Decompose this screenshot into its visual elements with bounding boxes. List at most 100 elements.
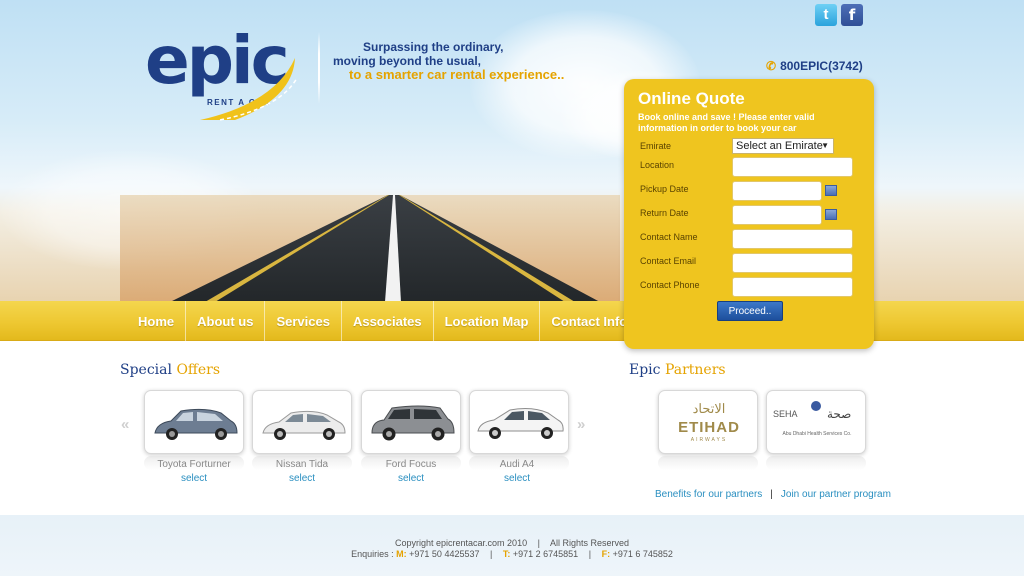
nav-associates[interactable]: Associates — [342, 301, 434, 341]
tagline-line-1: Surpassing the ordinary, — [363, 40, 504, 54]
tagline-line-2: moving beyond the usual, — [333, 54, 482, 68]
contact-email-input[interactable] — [732, 253, 853, 273]
car-name: Toyota Forturner — [157, 459, 231, 470]
etihad-logo-sub: AIRWAYS — [690, 437, 728, 443]
special-offers-title-b: Offers — [176, 362, 221, 378]
car-select-link[interactable]: select — [139, 473, 249, 484]
partner-card-etihad[interactable]: الاتحاد ETIHAD AIRWAYS — [658, 390, 758, 454]
logo-swoosh-icon — [200, 58, 298, 121]
emirate-label: Emirate — [640, 141, 672, 151]
twitter-icon[interactable]: t — [815, 4, 837, 26]
phone-text: 800EPIC(3742) — [780, 59, 863, 73]
return-date-input[interactable] — [732, 205, 822, 225]
chevron-down-icon: ▼ — [821, 141, 829, 150]
online-quote-panel: Online Quote Book online and save ! Plea… — [624, 79, 874, 349]
contact-name-label: Contact Name — [640, 232, 698, 242]
tel-key: T: — [502, 549, 511, 559]
pickup-date-input[interactable] — [732, 181, 822, 201]
car-name: Audi A4 — [499, 459, 535, 470]
return-row: Return Date — [640, 205, 870, 225]
car-card[interactable] — [361, 390, 461, 454]
logo-divider — [318, 32, 320, 104]
contact-phone-label: Contact Phone — [640, 280, 700, 290]
phone-number: ✆ 800EPIC(3742) — [766, 59, 863, 73]
main-nav: Home About us Services Associates Locati… — [127, 301, 638, 341]
car-select-link[interactable]: select — [247, 473, 357, 484]
emirate-row: Emirate Select an Emirate ▼ — [640, 138, 870, 158]
car-select-link[interactable]: select — [462, 473, 572, 484]
pickup-date-label: Pickup Date — [640, 184, 689, 194]
facebook-icon[interactable]: f — [841, 4, 863, 26]
benefits-link[interactable]: Benefits for our partners — [655, 489, 762, 500]
phone-icon: ✆ — [766, 59, 777, 73]
nav-about-us[interactable]: About us — [186, 301, 266, 341]
car-icon — [262, 410, 346, 440]
fax-key: F: — [601, 549, 611, 559]
partner-card-seha[interactable]: SEHA صحة Abu Dhabi Health Services Co. — [766, 390, 866, 454]
mobile-value: +971 50 4425537 — [409, 549, 480, 559]
pickup-row: Pickup Date — [640, 181, 870, 201]
contact-name-row: Contact Name — [640, 229, 870, 249]
nav-home[interactable]: Home — [127, 301, 187, 341]
epic-partners-title-b: Partners — [664, 362, 726, 378]
location-row: Location — [640, 157, 870, 177]
contact-phone-input[interactable] — [732, 277, 853, 297]
partner-links-separator: | — [770, 489, 773, 500]
return-date-label: Return Date — [640, 208, 689, 218]
copyright-text: Copyright epicrentacar.com 2010 — [395, 538, 528, 548]
emirate-select[interactable]: Select an Emirate ▼ — [732, 138, 834, 154]
car-icon — [477, 408, 564, 439]
emirate-selected-value: Select an Emirate — [736, 140, 823, 152]
partner-reflection — [658, 456, 758, 470]
copyright-line: Copyright epicrentacar.com 2010 | All Ri… — [0, 538, 1024, 548]
enquiries-label: Enquiries : — [351, 549, 394, 559]
car-name: Ford Focus — [385, 459, 437, 470]
enquiries-line: Enquiries : M: +971 50 4425537 | T: +971… — [0, 549, 1024, 559]
tagline-line-3: to a smarter car rental experience.. — [349, 67, 565, 82]
chevron-left-icon[interactable]: « — [121, 416, 129, 433]
join-program-link[interactable]: Join our partner program — [781, 489, 891, 500]
car-icon — [154, 408, 238, 440]
etihad-logo-text: ETIHAD — [678, 419, 740, 436]
footer-separator: | — [588, 549, 592, 559]
contact-email-label: Contact Email — [640, 256, 697, 266]
nav-location-map[interactable]: Location Map — [434, 301, 541, 341]
seha-logo-sub: Abu Dhabi Health Services Co. — [782, 431, 852, 437]
quote-description: Book online and save ! Please enter vali… — [638, 112, 815, 133]
footer-separator: | — [537, 538, 540, 548]
car-icon — [371, 405, 455, 441]
car-name: Nissan Tida — [275, 459, 329, 470]
mobile-key: M: — [396, 549, 407, 559]
seha-logo-arabic: صحة — [827, 407, 852, 421]
special-offers-title-a: Special — [120, 362, 172, 378]
calendar-icon[interactable] — [825, 185, 837, 196]
special-offers-title: Special Offers — [120, 362, 220, 378]
quote-title: Online Quote — [638, 89, 745, 108]
epic-partners-title: Epic Partners — [629, 362, 726, 378]
car-select-link[interactable]: select — [356, 473, 466, 484]
seha-logo-text: SEHA — [773, 409, 798, 419]
fax-value: +971 6 745852 — [612, 549, 673, 559]
chevron-right-icon[interactable]: » — [577, 416, 585, 433]
epic-partners-title-a: Epic — [629, 362, 661, 378]
location-label: Location — [640, 160, 675, 170]
car-card[interactable] — [144, 390, 244, 454]
contact-name-input[interactable] — [732, 229, 853, 249]
seha-dot-icon — [811, 401, 821, 411]
proceed-button[interactable]: Proceed.. — [717, 301, 783, 321]
car-card[interactable] — [252, 390, 352, 454]
nav-services[interactable]: Services — [265, 301, 342, 341]
tagline: Surpassing the ordinary, moving beyond t… — [333, 40, 593, 82]
tel-value: +971 2 6745851 — [512, 549, 579, 559]
partner-reflection — [766, 456, 866, 470]
etihad-logo-arabic: الاتحاد — [692, 401, 726, 416]
location-input[interactable] — [732, 157, 853, 177]
footer-separator: | — [490, 549, 493, 559]
contact-phone-row: Contact Phone — [640, 277, 870, 297]
car-card[interactable] — [469, 390, 569, 454]
epic-logo[interactable]: epic RENT A CAR — [145, 22, 310, 123]
contact-email-row: Contact Email — [640, 253, 870, 273]
calendar-icon[interactable] — [825, 209, 837, 220]
partner-links: Benefits for our partners | Join our partn… — [655, 489, 891, 500]
rights-text: All Rights Reserved — [549, 538, 629, 548]
